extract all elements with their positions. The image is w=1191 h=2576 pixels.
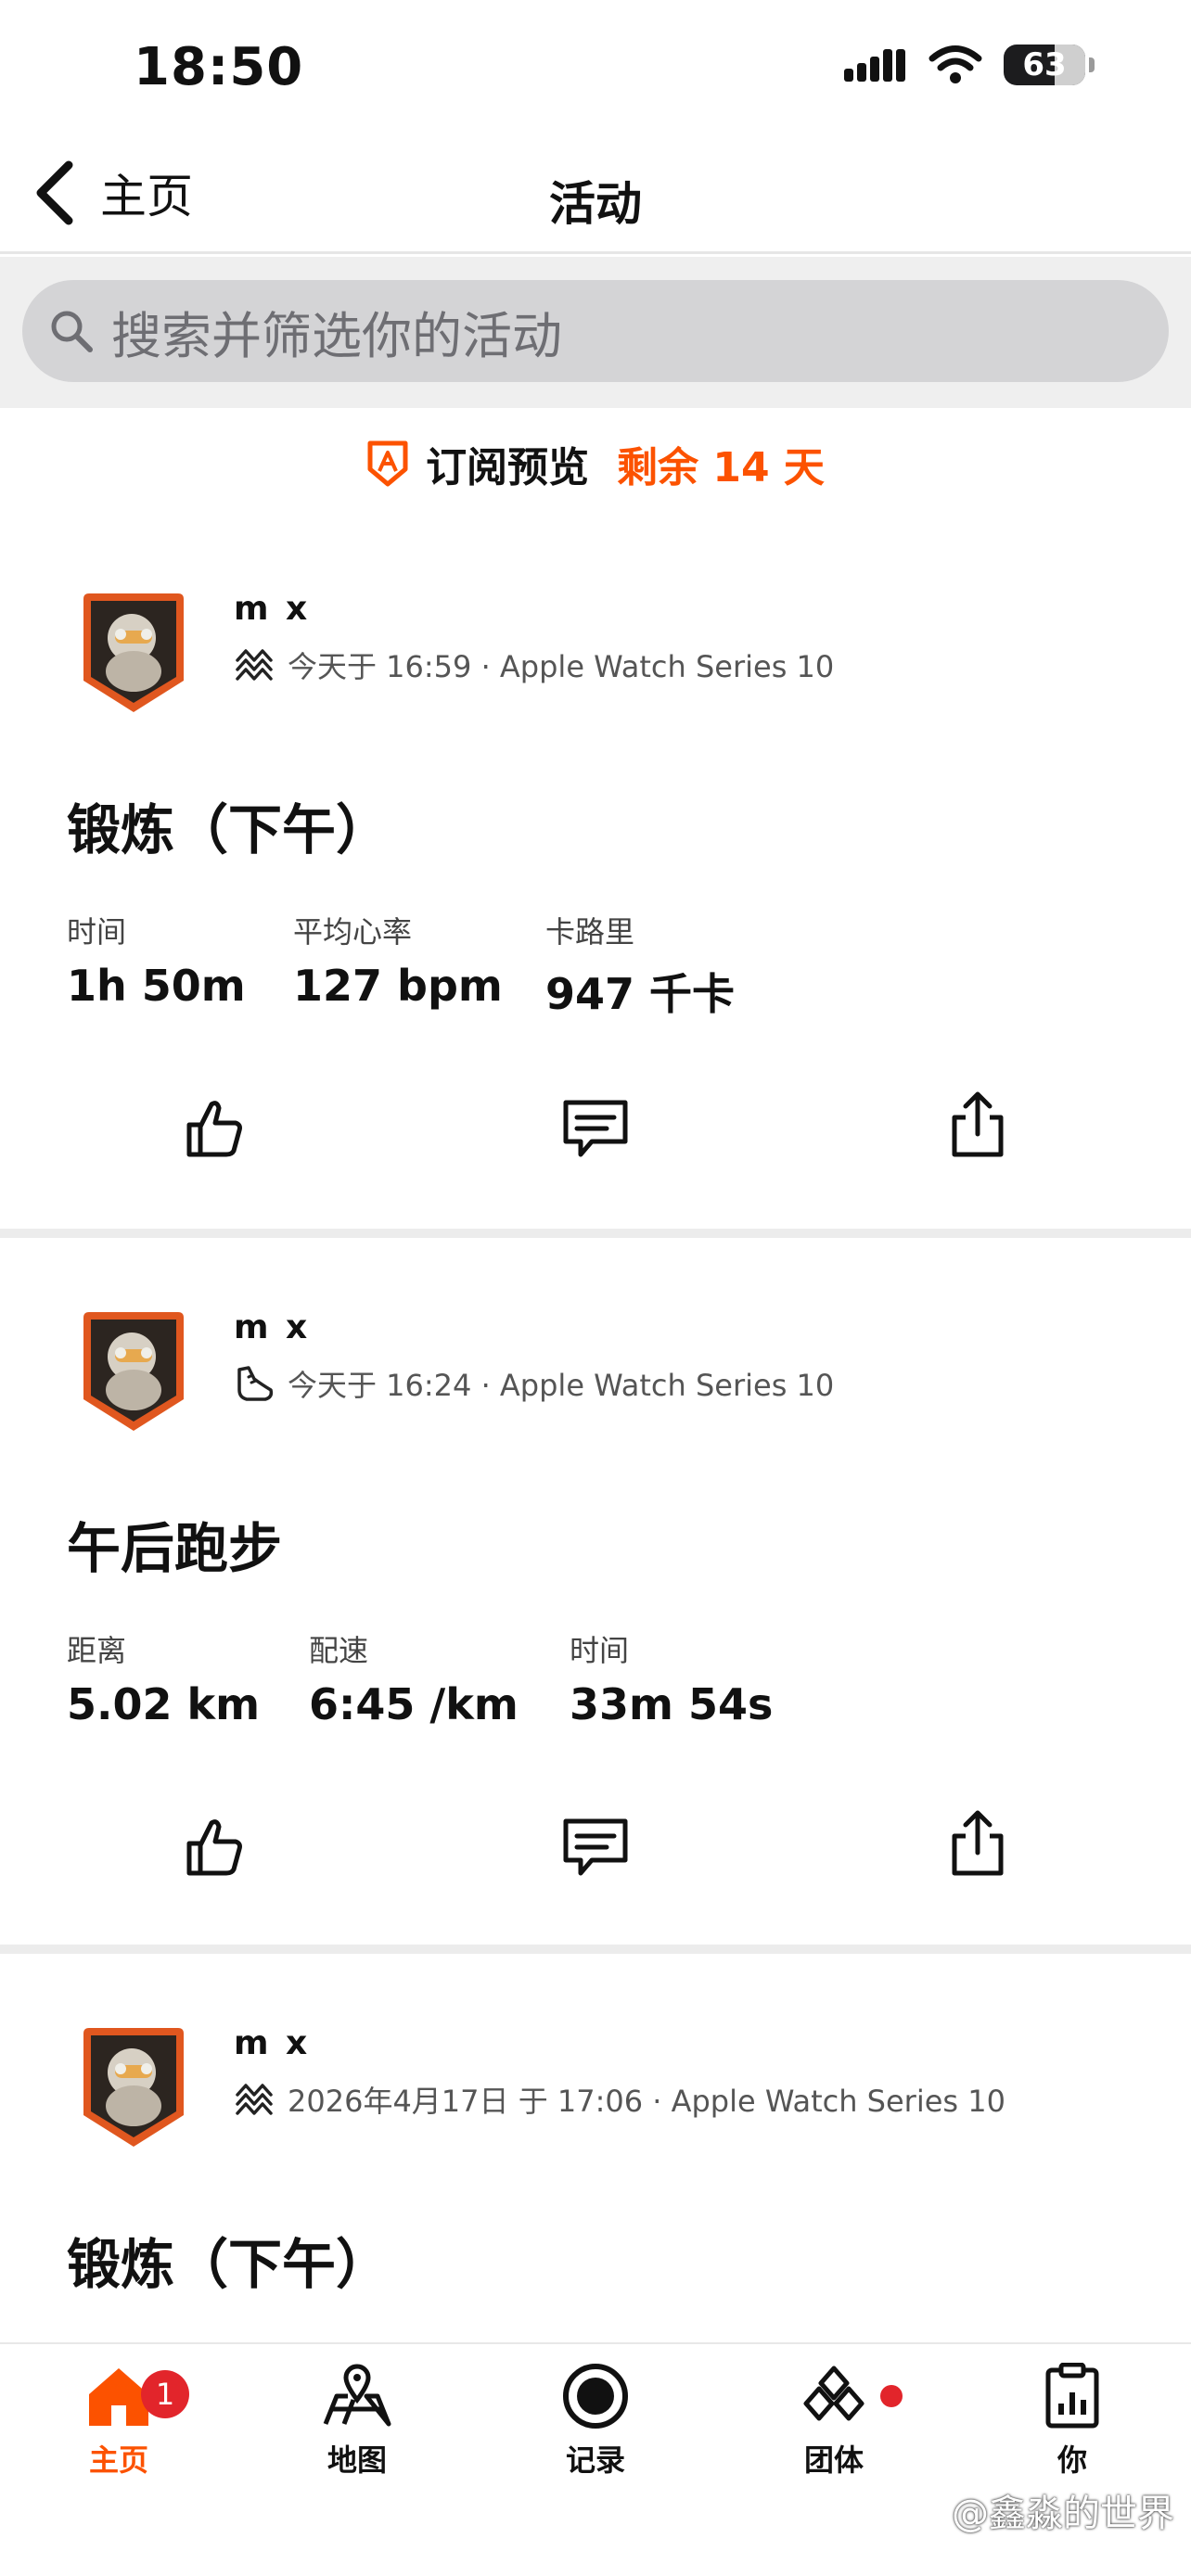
- tab-bar: 主页 1 地图 记录 团体 你 @鑫淼的世界: [0, 2342, 1191, 2576]
- groups-icon: [803, 2366, 864, 2421]
- avatar[interactable]: [78, 592, 189, 716]
- avatar-image: [83, 1312, 184, 1431]
- battery-nub: [1089, 57, 1095, 72]
- avatar[interactable]: [78, 1310, 189, 1435]
- card-divider: [0, 1945, 1191, 1954]
- activity-card[interactable]: m x 今天于 16:59 · Apple Watch Series 10 锻炼…: [0, 538, 1191, 1229]
- stat-distance: 距离 5.02 km: [67, 1627, 260, 1729]
- stat-value: 1h 50m: [67, 961, 246, 1011]
- page-title: 活动: [549, 177, 642, 231]
- run-shoe-icon: [237, 1366, 274, 1401]
- athlete-name[interactable]: m x: [234, 590, 310, 628]
- tab-home[interactable]: 主页 1: [45, 2363, 193, 2480]
- share-icon: [952, 1810, 1004, 1876]
- battery-indicator: 63: [1004, 45, 1085, 85]
- stat-avg-heart-rate: 平均心率 127 bpm: [293, 909, 503, 1011]
- thumbs-up-icon: [186, 1101, 242, 1157]
- tab-record[interactable]: 记录: [521, 2363, 670, 2480]
- activity-title[interactable]: 午后跑步: [67, 1505, 282, 1583]
- record-icon: [563, 2364, 628, 2429]
- share-icon: [952, 1091, 1004, 1157]
- activity-meta: 2026年4月17日 于 17:06 · Apple Watch Series …: [234, 2078, 1005, 2121]
- share-button[interactable]: [936, 1083, 1019, 1167]
- wifi-icon: [928, 45, 982, 83]
- activity-meta: 今天于 16:59 · Apple Watch Series 10: [234, 644, 834, 686]
- stat-label: 时间: [570, 1633, 630, 1668]
- watermark: @鑫淼的世界: [952, 2493, 1174, 2535]
- activity-card[interactable]: m x 今天于 16:24 · Apple Watch Series 10 午后…: [0, 1238, 1191, 1945]
- comment-button[interactable]: [554, 1805, 637, 1889]
- subscription-remaining: 剩余 14 天: [617, 444, 825, 491]
- tab-label: 团体: [803, 2442, 864, 2478]
- comment-button[interactable]: [554, 1087, 637, 1170]
- activity-title[interactable]: 锻炼（下午）: [67, 2221, 390, 2299]
- avatar[interactable]: [78, 2026, 189, 2150]
- kudos-button[interactable]: [172, 1087, 255, 1170]
- tab-label: 记录: [565, 2442, 625, 2478]
- status-bar: 18:50 63: [0, 0, 1191, 139]
- comment-icon: [563, 1100, 628, 1157]
- stat-value: 6:45 /km: [309, 1679, 519, 1729]
- activity-title[interactable]: 锻炼（下午）: [67, 786, 390, 864]
- subscription-shield-icon: [367, 440, 408, 487]
- stat-pace: 配速 6:45 /km: [309, 1627, 519, 1729]
- kudos-button[interactable]: [172, 1805, 255, 1889]
- notification-badge: 1: [141, 2370, 189, 2418]
- athlete-name[interactable]: m x: [234, 1308, 310, 1346]
- card-divider: [0, 1229, 1191, 1238]
- tab-you[interactable]: 你: [998, 2363, 1146, 2480]
- stat-label: 卡路里: [545, 914, 635, 950]
- stat-label: 距离: [67, 1633, 127, 1668]
- thumbs-up-icon: [186, 1819, 242, 1876]
- tab-groups[interactable]: 团体: [760, 2363, 908, 2480]
- search-icon: [51, 311, 93, 352]
- tab-label: 主页: [88, 2442, 148, 2478]
- activity-card[interactable]: m x 2026年4月17日 于 17:06 · Apple Watch Ser…: [0, 1954, 1191, 2342]
- avatar-image: [83, 593, 184, 712]
- workout-icon: [236, 2084, 273, 2115]
- tab-label: 地图: [327, 2442, 387, 2478]
- profile-icon: [1045, 2363, 1099, 2429]
- nav-bar: 主页 活动: [0, 139, 1191, 254]
- tab-maps[interactable]: 地图: [283, 2363, 431, 2480]
- battery-percentage: 63: [1022, 46, 1067, 83]
- subscription-label: 订阅预览: [426, 444, 590, 491]
- search-input[interactable]: 搜索并筛选你的活动: [22, 280, 1169, 382]
- stat-time: 时间 1h 50m: [67, 909, 246, 1011]
- notification-dot: [880, 2385, 903, 2407]
- tab-label: 你: [1057, 2442, 1087, 2478]
- stat-label: 时间: [67, 914, 127, 950]
- athlete-name[interactable]: m x: [234, 2024, 310, 2062]
- status-icons: 63: [844, 45, 1095, 85]
- activity-meta-text: 2026年4月17日 于 17:06 · Apple Watch Series …: [288, 2084, 1005, 2119]
- workout-icon: [236, 649, 273, 681]
- activity-meta-text: 今天于 16:24 · Apple Watch Series 10: [288, 1368, 835, 1403]
- share-button[interactable]: [936, 1802, 1019, 1885]
- stat-value: 127 bpm: [293, 961, 503, 1011]
- stat-time: 时间 33m 54s: [570, 1627, 773, 1729]
- stat-value: 947 千卡: [545, 969, 736, 1019]
- map-icon: [323, 2364, 391, 2427]
- stat-value: 33m 54s: [570, 1679, 774, 1729]
- status-time: 18:50: [134, 37, 304, 97]
- avatar-image: [83, 2028, 184, 2147]
- search-placeholder: 搜索并筛选你的活动: [111, 306, 562, 365]
- search-area: 搜索并筛选你的活动: [0, 257, 1191, 408]
- stat-value: 5.02 km: [67, 1679, 261, 1729]
- activity-meta-text: 今天于 16:59 · Apple Watch Series 10: [288, 649, 835, 684]
- subscription-banner[interactable]: 订阅预览 剩余 14 天: [0, 408, 1191, 519]
- activity-meta: 今天于 16:24 · Apple Watch Series 10: [234, 1362, 834, 1405]
- cellular-signal-icon: [844, 49, 905, 82]
- comment-icon: [563, 1818, 628, 1876]
- stat-label: 配速: [309, 1633, 369, 1668]
- stat-calories: 卡路里 947 千卡: [545, 909, 735, 1022]
- stat-label: 平均心率: [293, 914, 413, 950]
